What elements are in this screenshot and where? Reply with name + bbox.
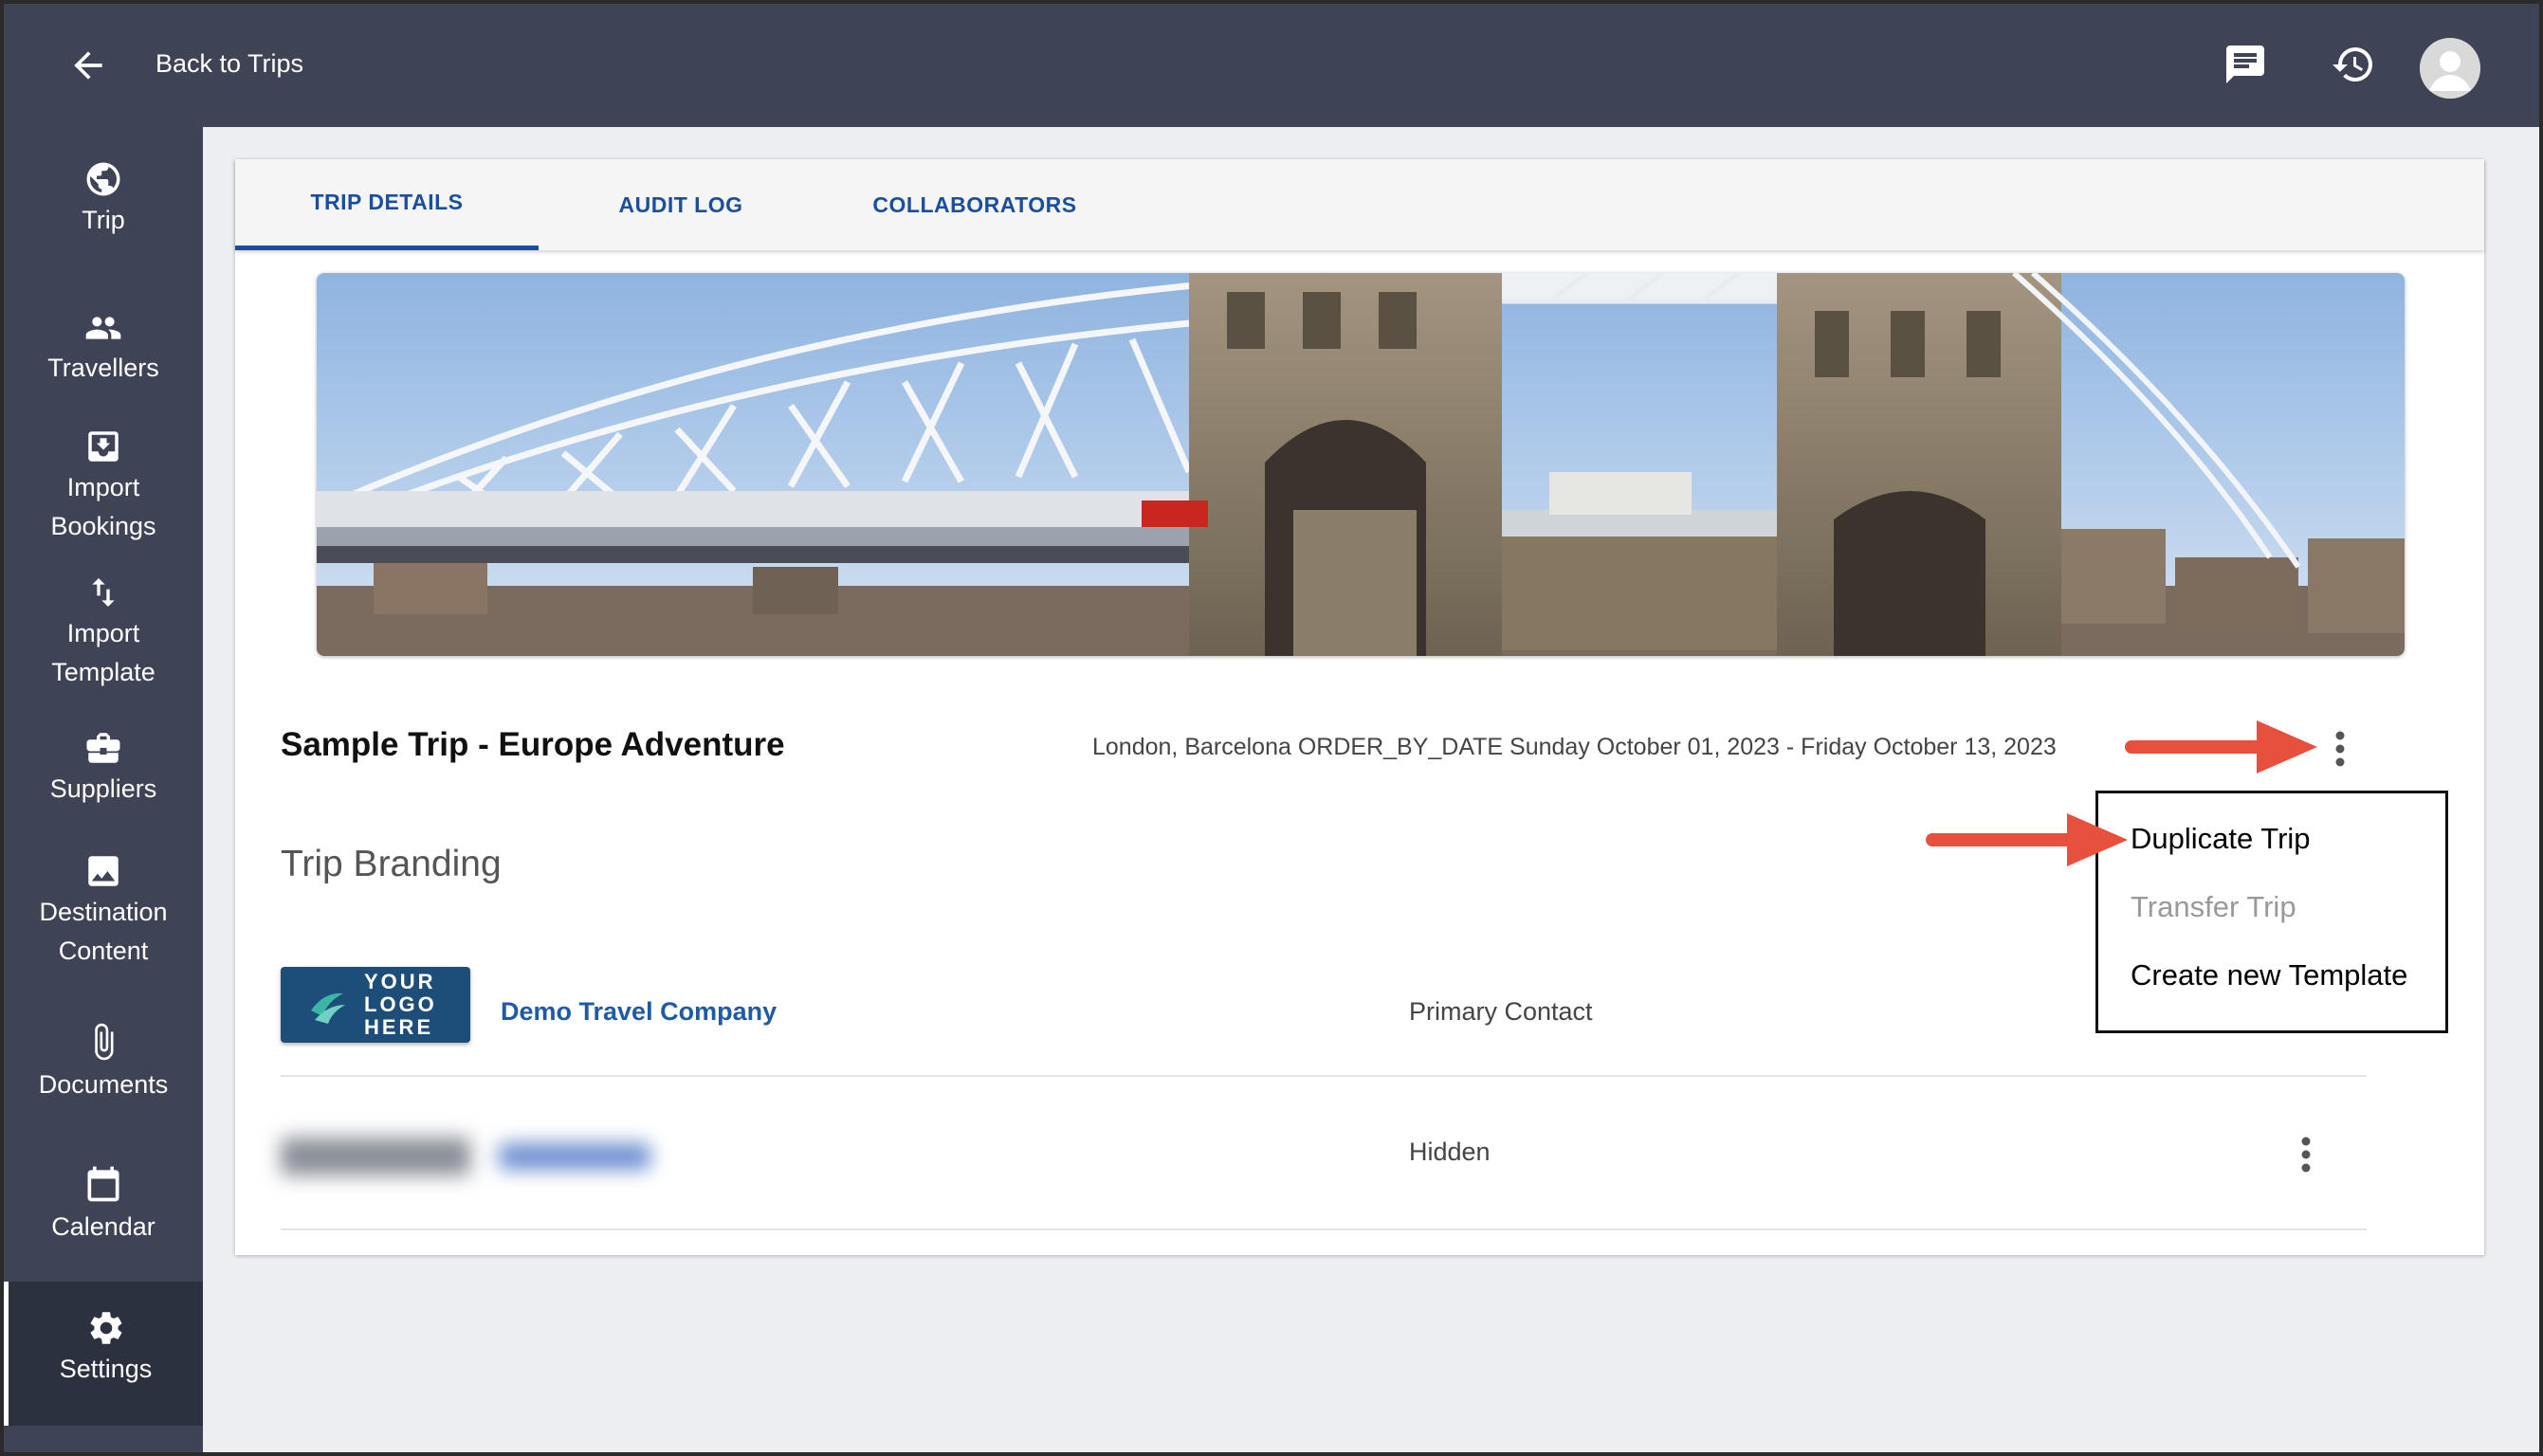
- sidebar-item-label: Trip: [82, 206, 125, 234]
- company-link[interactable]: Demo Travel Company: [501, 997, 777, 1027]
- briefcase-icon: [83, 724, 123, 768]
- history-icon[interactable]: [2327, 38, 2380, 91]
- sidebar-item-calendar[interactable]: Calendar: [4, 1162, 203, 1247]
- trip-card: TRIP DETAILS AUDIT LOG COLLABORATORS Sam…: [235, 159, 2484, 1255]
- blurred-branding-row: [281, 1109, 679, 1204]
- sidebar-item-documents[interactable]: Documents: [4, 1020, 203, 1104]
- trip-banner-image: [317, 273, 2405, 656]
- gear-icon: [86, 1304, 126, 1348]
- menu-item-create-template[interactable]: Create new Template: [2131, 958, 2407, 992]
- sidebar-item-suppliers[interactable]: Suppliers: [4, 724, 203, 809]
- menu-item-duplicate-trip[interactable]: Duplicate Trip: [2131, 822, 2311, 856]
- sidebar-item-label: Import Template: [51, 619, 156, 686]
- sidebar-footer: [4, 1428, 203, 1452]
- paperclip-icon: [83, 1020, 123, 1064]
- sidebar-item-label: Destination Content: [39, 898, 168, 965]
- more-vert-icon[interactable]: [2283, 1126, 2329, 1183]
- trip-actions-menu: Duplicate Trip Transfer Trip Create new …: [2095, 791, 2448, 1033]
- app-window: Back to Trips Trip Travellers Import Boo…: [0, 0, 2543, 1456]
- company-logo: YOUR LOGO HERE: [281, 967, 470, 1043]
- tab-trip-details[interactable]: TRIP DETAILS: [235, 159, 539, 250]
- sidebar-item-trip[interactable]: Trip: [4, 155, 203, 240]
- top-bar: Back to Trips: [4, 4, 2539, 127]
- logo-text: YOUR LOGO HERE: [364, 970, 437, 1039]
- trip-branding-heading: Trip Branding: [281, 844, 502, 884]
- tab-collaborators[interactable]: COLLABORATORS: [823, 159, 1126, 250]
- tab-audit-log[interactable]: AUDIT LOG: [539, 159, 823, 250]
- primary-contact-label: Primary Contact: [1409, 997, 1593, 1026]
- annotation-arrow-icon: [1926, 813, 2128, 866]
- sidebar-item-label: Suppliers: [49, 774, 157, 803]
- swap-vert-icon: [84, 569, 122, 612]
- avatar[interactable]: [2420, 38, 2480, 99]
- sidebar-item-label: Travellers: [47, 354, 159, 382]
- divider: [281, 1075, 2367, 1077]
- arrow-back-icon[interactable]: [64, 42, 112, 89]
- sidebar-item-label: Documents: [38, 1070, 169, 1099]
- sidebar-item-import-template[interactable]: Import Template: [4, 569, 203, 692]
- trip-title: Sample Trip - Europe Adventure: [281, 726, 785, 763]
- tab-bar: TRIP DETAILS AUDIT LOG COLLABORATORS: [235, 159, 2484, 250]
- import-icon: [83, 423, 123, 466]
- back-to-trips-link[interactable]: Back to Trips: [156, 49, 303, 79]
- divider: [281, 1228, 2367, 1230]
- sidebar-item-destination-content[interactable]: Destination Content: [4, 847, 203, 971]
- sidebar-item-import-bookings[interactable]: Import Bookings: [4, 423, 203, 546]
- sidebar-item-travellers[interactable]: Travellers: [4, 303, 203, 388]
- hidden-label: Hidden: [1409, 1138, 1491, 1166]
- menu-item-transfer-trip: Transfer Trip: [2131, 890, 2296, 923]
- calendar-icon: [82, 1162, 124, 1206]
- trip-meta: London, Barcelona ORDER_BY_DATE Sunday O…: [1092, 734, 2057, 760]
- sidebar: Trip Travellers Import Bookings Import T…: [4, 127, 203, 1452]
- globe-icon: [83, 155, 123, 199]
- sidebar-item-label: Calendar: [51, 1212, 156, 1241]
- annotation-arrow-icon: [2125, 720, 2317, 774]
- sidebar-item-settings[interactable]: Settings: [4, 1282, 203, 1426]
- sidebar-item-label: Settings: [59, 1355, 153, 1383]
- people-icon: [82, 303, 125, 347]
- sidebar-item-label: Import Bookings: [50, 473, 156, 540]
- chat-icon[interactable]: [2219, 38, 2272, 91]
- image-icon: [83, 847, 123, 891]
- more-vert-icon[interactable]: [2317, 720, 2363, 777]
